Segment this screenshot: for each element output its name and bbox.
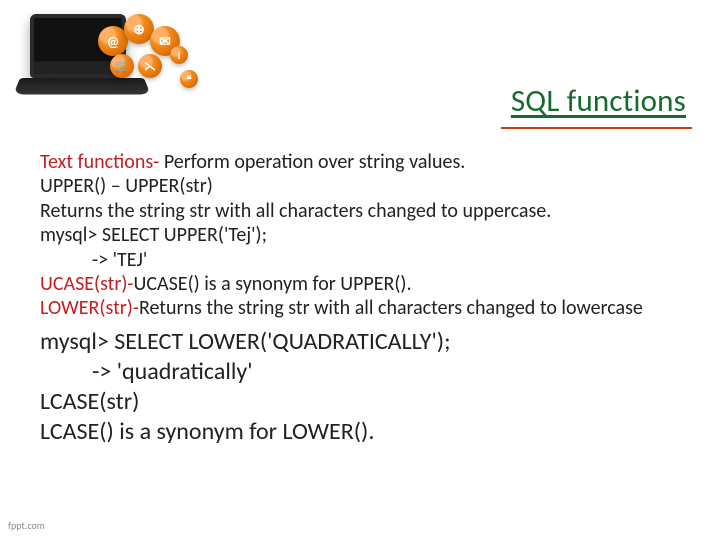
- text-functions-desc: Perform operation over string values.: [164, 150, 466, 174]
- lower-example-result: -> 'quadratically': [40, 357, 680, 387]
- upper-example-result: -> 'TEJ': [40, 248, 680, 272]
- ucase-desc: UCASE() is a synonym for UPPER().: [134, 272, 412, 296]
- upper-desc: Returns the string str with all characte…: [40, 199, 551, 223]
- decorative-laptop-graphic: @ ⊕ ✉ 🛒 ⋋ i ❝: [12, 4, 172, 124]
- footer-watermark: fppt.com: [8, 519, 45, 532]
- text-functions-heading: Text functions-: [40, 150, 164, 174]
- icon-balloons: @ ⊕ ✉ 🛒 ⋋ i ❝: [104, 18, 184, 98]
- lower-example-prompt: mysql> SELECT LOWER('QUADRATICALLY');: [40, 327, 450, 356]
- slide-body: Text functions- Perform operation over s…: [40, 150, 680, 447]
- body-block-1: Text functions- Perform operation over s…: [40, 150, 680, 321]
- body-block-2: mysql> SELECT LOWER('QUADRATICALLY'); ->…: [40, 327, 680, 447]
- rss-icon: ⋋: [138, 54, 162, 78]
- cart-icon: 🛒: [110, 54, 134, 78]
- slide-title: SQL functions: [511, 82, 686, 120]
- info-icon: i: [170, 46, 188, 64]
- upper-signature: UPPER() – UPPER(str): [40, 174, 213, 198]
- upper-example-prompt: mysql> SELECT UPPER('Tej');: [40, 223, 267, 247]
- ucase-signature: UCASE(str)-: [40, 272, 134, 296]
- lower-signature: LOWER(str)-: [40, 296, 139, 320]
- chat-icon: ❝: [180, 70, 198, 88]
- lcase-signature: LCASE(str): [40, 387, 139, 416]
- lower-desc: Returns the string str with all characte…: [139, 296, 643, 320]
- lcase-desc: LCASE() is a synonym for LOWER().: [40, 417, 374, 446]
